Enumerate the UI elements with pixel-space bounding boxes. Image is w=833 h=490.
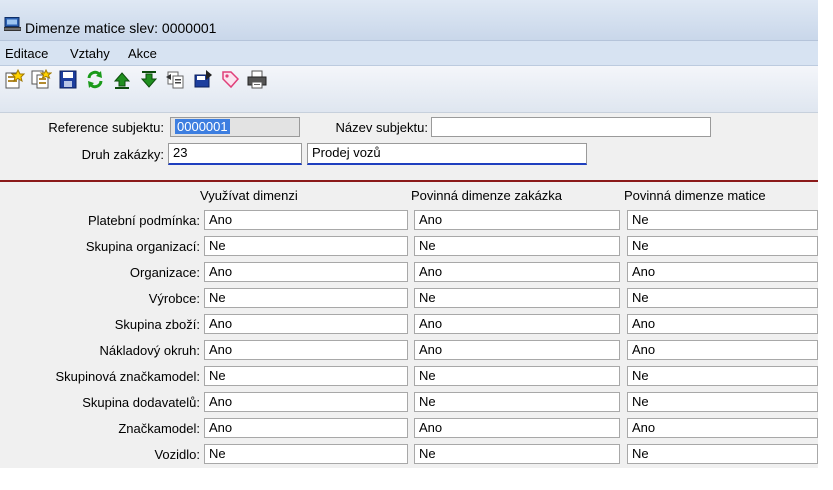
- grid-cell[interactable]: Ne: [414, 392, 620, 412]
- grid-cell[interactable]: Ano: [204, 340, 408, 360]
- grid-cell[interactable]: Ano: [414, 314, 620, 334]
- row-label: Skupina organizací:: [85, 239, 200, 254]
- grid-cell[interactable]: Ne: [627, 392, 818, 412]
- row-label: Organizace:: [129, 265, 200, 280]
- menu-bar: Editace Vztahy Akce: [0, 41, 818, 66]
- grid-cell[interactable]: Ano: [627, 262, 818, 282]
- grid-cell[interactable]: Ne: [204, 288, 408, 308]
- grid-cell[interactable]: Ano: [627, 418, 818, 438]
- row-label: Skupinová značkamodel:: [55, 369, 200, 384]
- grid-cell[interactable]: Ne: [414, 288, 620, 308]
- grid-cell[interactable]: Ano: [204, 392, 408, 412]
- grid-cell[interactable]: Ano: [204, 262, 408, 282]
- computer-icon: [4, 17, 21, 31]
- grid-cell[interactable]: Ne: [627, 444, 818, 464]
- refresh-icon[interactable]: [84, 69, 106, 90]
- grid-cell[interactable]: Ne: [414, 444, 620, 464]
- grid-cell[interactable]: Ne: [204, 366, 408, 386]
- export-icon[interactable]: [192, 69, 214, 90]
- grid-cell[interactable]: Ano: [204, 314, 408, 334]
- order-type-code-field[interactable]: 23: [168, 143, 302, 165]
- row-label: Skupina zboží:: [114, 317, 200, 332]
- move-down-icon[interactable]: [138, 69, 160, 90]
- print-icon[interactable]: [246, 69, 268, 90]
- toolbar: [0, 66, 818, 113]
- grid-cell[interactable]: Ano: [627, 314, 818, 334]
- row-label: Vozidlo:: [154, 447, 200, 462]
- row-label: Skupina dodavatelů:: [82, 395, 200, 410]
- grid-cell[interactable]: Ne: [627, 236, 818, 256]
- menu-vztahy[interactable]: Vztahy: [70, 46, 110, 61]
- grid-cell[interactable]: Ne: [627, 288, 818, 308]
- subject-name-label: Název subjektu:: [335, 120, 429, 135]
- grid-cell[interactable]: Ano: [414, 262, 620, 282]
- copy-record-icon[interactable]: [30, 69, 52, 90]
- menu-akce[interactable]: Akce: [128, 46, 157, 61]
- reference-value: 0000001: [175, 119, 230, 134]
- order-type-label: Druh zakázky:: [81, 147, 164, 162]
- move-up-icon[interactable]: [111, 69, 133, 90]
- grid-cell[interactable]: Ne: [414, 236, 620, 256]
- order-type-name-field[interactable]: Prodej vozů: [307, 143, 587, 165]
- tags-icon[interactable]: [219, 69, 241, 90]
- menu-editace[interactable]: Editace: [5, 46, 48, 61]
- grid-cell[interactable]: Ne: [204, 236, 408, 256]
- column-heading-required-order: Povinná dimenze zakázka: [411, 188, 563, 203]
- window: Dimenze matice slev: 0000001 Editace Vzt…: [0, 0, 818, 468]
- row-label: Nákladový okruh:: [99, 343, 200, 358]
- grid-cell[interactable]: Ano: [627, 340, 818, 360]
- grid-cell[interactable]: Ne: [204, 444, 408, 464]
- reference-label: Reference subjektu:: [48, 120, 164, 135]
- title-bar: Dimenze matice slev: 0000001: [0, 0, 818, 41]
- row-label: Výrobce:: [148, 291, 200, 306]
- section-separator: [0, 180, 818, 182]
- grid-cell[interactable]: Ne: [627, 366, 818, 386]
- grid-cell[interactable]: Ano: [204, 210, 408, 230]
- new-record-icon[interactable]: [3, 69, 25, 90]
- column-heading-required-matrix: Povinná dimenze matice: [624, 188, 766, 203]
- window-title: Dimenze matice slev: 0000001: [25, 20, 217, 36]
- grid-cell[interactable]: Ano: [414, 340, 620, 360]
- subject-name-field[interactable]: [431, 117, 711, 137]
- grid-cell[interactable]: Ano: [414, 210, 620, 230]
- grid-cell[interactable]: Ne: [627, 210, 818, 230]
- grid-cell[interactable]: Ne: [414, 366, 620, 386]
- row-label: Značkamodel:: [118, 421, 200, 436]
- save-icon[interactable]: [57, 69, 79, 90]
- grid-cell[interactable]: Ano: [414, 418, 620, 438]
- reference-field[interactable]: 0000001: [170, 117, 300, 137]
- insert-icon[interactable]: [165, 69, 187, 90]
- column-heading-use-dimension: Využívat dimenzi: [200, 188, 298, 203]
- row-label: Platební podmínka:: [87, 213, 200, 228]
- grid-cell[interactable]: Ano: [204, 418, 408, 438]
